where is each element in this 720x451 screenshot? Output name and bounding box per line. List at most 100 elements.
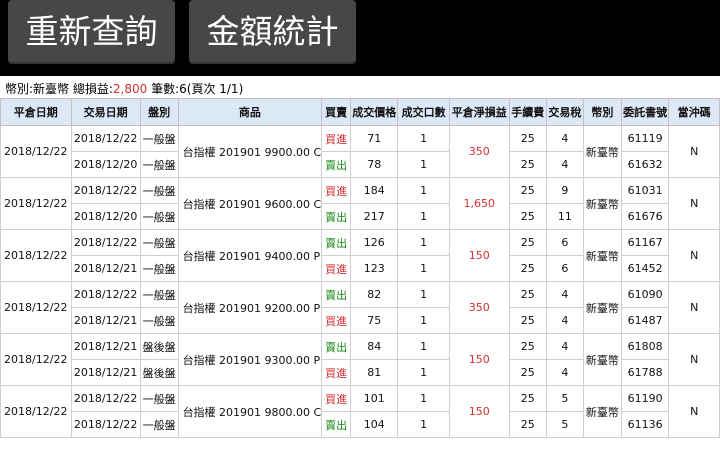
column-header: 委託書號 [620, 98, 670, 126]
quantity-cell: 1 [397, 203, 450, 230]
session-cell: 一般盤 [139, 307, 179, 334]
column-header: 交易稅 [545, 98, 585, 126]
price-cell: 184 [349, 177, 399, 204]
price-cell: 71 [349, 125, 399, 152]
summary-suffix: 筆數:6(頁次 1/1) [147, 82, 244, 96]
side-cell: 買進 [321, 385, 351, 412]
currency-cell: 新臺幣 [583, 177, 622, 230]
column-header: 交易日期 [70, 98, 141, 126]
session-cell: 一般盤 [139, 229, 179, 256]
trade-table: 平倉日期 交易日期 盤別 商品 買賣 成交價格 成交口數 平倉淨損益 手續費 交易稅 幣別 委託書號當… [0, 98, 720, 438]
trade-table-container: 平倉日期 交易日期 盤別 商品 買賣 成交價格 成交口數 平倉淨損益 手續費 交易稅 幣別 委託書號當… [0, 98, 720, 451]
price-cell: 82 [349, 281, 399, 308]
tax-cell: 11 [545, 203, 585, 230]
session-cell: 一般盤 [139, 255, 179, 282]
currency-cell: 新臺幣 [583, 281, 622, 334]
session-cell: 一般盤 [139, 411, 179, 438]
requery-button[interactable]: 重新查詢 [8, 0, 175, 64]
trade-date-cell: 2018/12/22 [70, 125, 141, 152]
column-header: 平倉日期 [0, 98, 72, 126]
net-pl-cell: 350 [448, 125, 510, 178]
fee-cell: 25 [508, 307, 547, 334]
amount-stats-button[interactable]: 金額統計 [189, 0, 356, 64]
daytrade-code-cell: N [668, 229, 720, 282]
product-cell: 台指權 201901 9800.00 C [177, 385, 323, 438]
side-cell: 賣出 [321, 281, 351, 308]
session-cell: 盤後盤 [139, 333, 179, 360]
trade-date-cell: 2018/12/22 [70, 229, 141, 256]
tax-cell: 4 [545, 281, 585, 308]
currency-cell: 新臺幣 [583, 385, 622, 438]
trade-date-cell: 2018/12/21 [70, 359, 141, 386]
tax-cell: 6 [545, 255, 585, 282]
side-cell: 賣出 [321, 229, 351, 256]
column-header: 當沖碼 [668, 98, 720, 126]
close-date-cell: 2018/12/22 [0, 125, 72, 178]
order-number-cell: 61452 [620, 255, 670, 282]
side-cell: 買進 [321, 255, 351, 282]
column-header: 盤別 [139, 98, 179, 126]
price-cell: 126 [349, 229, 399, 256]
quantity-cell: 1 [397, 359, 450, 386]
table-row[interactable]: 2018/12/22 2018/12/22 一般盤 台指權 201901 9900.0… [0, 125, 720, 178]
order-number-cell: 61167 [620, 229, 670, 256]
fee-cell: 25 [508, 359, 547, 386]
fee-cell: 25 [508, 229, 547, 256]
net-pl-cell: 150 [448, 385, 510, 438]
side-cell: 賣出 [321, 333, 351, 360]
column-header: 商品 [177, 98, 323, 126]
order-number-cell: 61090 [620, 281, 670, 308]
table-row[interactable]: 2018/12/22 2018/12/22 一般盤 台指權 201901 9800.0… [0, 385, 720, 438]
price-cell: 101 [349, 385, 399, 412]
product-cell: 台指權 201901 9200.00 P [177, 281, 323, 334]
fee-cell: 25 [508, 203, 547, 230]
quantity-cell: 1 [397, 333, 450, 360]
trade-date-cell: 2018/12/22 [70, 281, 141, 308]
product-cell: 台指權 201901 9400.00 P [177, 229, 323, 282]
table-row[interactable]: 2018/12/22 2018/12/22 一般盤 台指權 201901 9400.0… [0, 229, 720, 282]
currency-cell: 新臺幣 [583, 333, 622, 386]
order-number-cell: 61487 [620, 307, 670, 334]
column-header: 買賣 [321, 98, 351, 126]
quantity-cell: 1 [397, 229, 450, 256]
column-header: 成交口數 [397, 98, 450, 126]
close-date-cell: 2018/12/22 [0, 229, 72, 282]
session-cell: 一般盤 [139, 203, 179, 230]
quantity-cell: 1 [397, 151, 450, 178]
tax-cell: 6 [545, 229, 585, 256]
close-date-cell: 2018/12/22 [0, 281, 72, 334]
quantity-cell: 1 [397, 411, 450, 438]
column-header: 手續費 [508, 98, 547, 126]
trade-date-cell: 2018/12/20 [70, 203, 141, 230]
order-number-cell: 61676 [620, 203, 670, 230]
quantity-cell: 1 [397, 255, 450, 282]
order-number-cell: 61136 [620, 411, 670, 438]
trade-date-cell: 2018/12/22 [70, 177, 141, 204]
side-cell: 買進 [321, 177, 351, 204]
close-date-cell: 2018/12/22 [0, 385, 72, 438]
tax-cell: 5 [545, 411, 585, 438]
table-row[interactable]: 2018/12/22 2018/12/22 一般盤 台指權 201901 9600.0… [0, 177, 720, 230]
price-cell: 84 [349, 333, 399, 360]
tax-cell: 4 [545, 359, 585, 386]
column-header: 平倉淨損益 [448, 98, 510, 126]
session-cell: 一般盤 [139, 125, 179, 152]
side-cell: 買進 [321, 125, 351, 152]
table-row[interactable]: 2018/12/22 2018/12/22 一般盤 台指權 201901 9200.0… [0, 281, 720, 334]
fee-cell: 25 [508, 333, 547, 360]
price-cell: 78 [349, 151, 399, 178]
product-cell: 台指權 201901 9300.00 P [177, 333, 323, 386]
fee-cell: 25 [508, 281, 547, 308]
fee-cell: 25 [508, 125, 547, 152]
column-header: 幣別 [583, 98, 622, 126]
net-pl-cell: 150 [448, 229, 510, 282]
session-cell: 一般盤 [139, 177, 179, 204]
order-number-cell: 61808 [620, 333, 670, 360]
table-row[interactable]: 2018/12/22 2018/12/21 盤後盤 台指權 201901 9300.0… [0, 333, 720, 386]
trade-date-cell: 2018/12/22 [70, 411, 141, 438]
fee-cell: 25 [508, 385, 547, 412]
quantity-cell: 1 [397, 385, 450, 412]
side-cell: 賣出 [321, 411, 351, 438]
quantity-cell: 1 [397, 177, 450, 204]
net-pl-cell: 350 [448, 281, 510, 334]
